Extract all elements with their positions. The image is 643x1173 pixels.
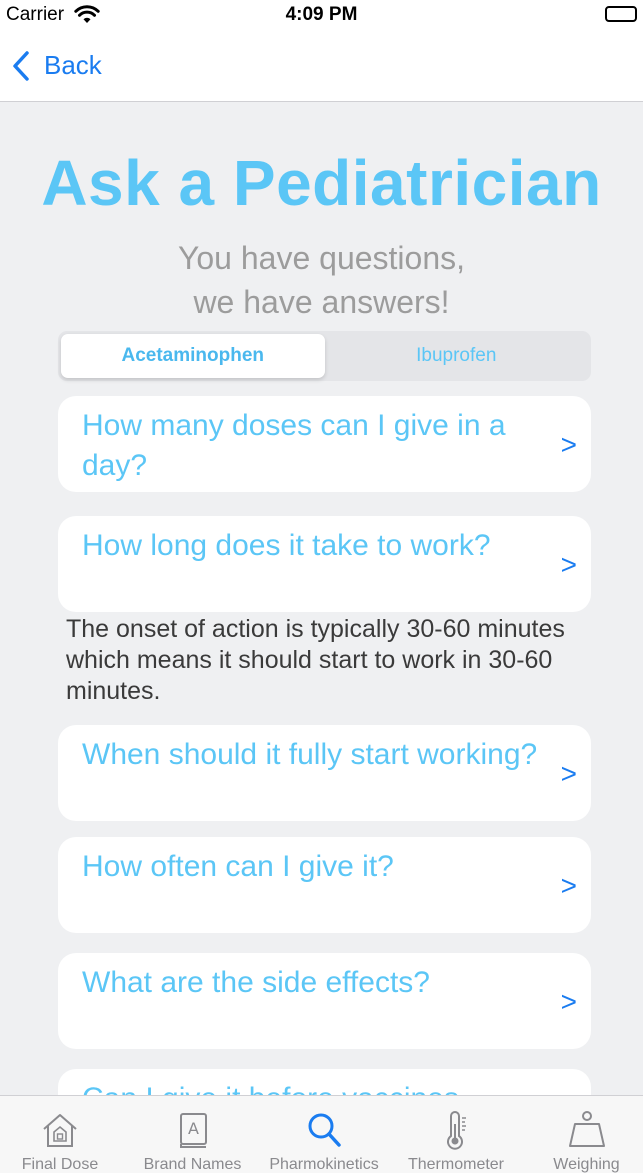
- question-text: How often can I give it?: [82, 850, 394, 883]
- segment-ibuprofen[interactable]: Ibuprofen: [325, 334, 589, 378]
- question-card-time-to-work[interactable]: How long does it take to work? >: [58, 516, 591, 612]
- question-card-fully-working[interactable]: When should it fully start working? >: [58, 725, 591, 821]
- tab-bar: Final Dose A Brand Names Pharmokinetics: [0, 1095, 643, 1173]
- question-text: How long does it take to work?: [82, 529, 491, 562]
- page-title: Ask a Pediatrician: [41, 147, 602, 219]
- question-card-side-effects[interactable]: What are the side effects? >: [58, 953, 591, 1049]
- back-label: Back: [44, 50, 102, 80]
- chevron-right-icon: >: [560, 986, 577, 1017]
- chevron-right-icon: >: [560, 758, 577, 789]
- tab-label: Pharmokinetics: [269, 1156, 379, 1173]
- status-time: 4:09 PM: [285, 4, 358, 25]
- tab-thermometer[interactable]: Thermometer: [396, 1096, 516, 1173]
- content-scroll[interactable]: Ask a Pediatrician You have questions, w…: [0, 102, 643, 1095]
- question-text: What are the side effects?: [82, 966, 430, 999]
- question-text: When should it fully start working?: [82, 738, 538, 771]
- subtitle: You have questions, we have answers!: [0, 236, 643, 324]
- tab-label: Final Dose: [21, 1156, 99, 1173]
- svg-text:A: A: [188, 1119, 199, 1138]
- question-card-before-vaccines[interactable]: Can I give it before vaccines >: [58, 1069, 591, 1095]
- status-bar: Carrier 4:09 PM: [0, 0, 643, 32]
- subtitle-line-2: we have answers!: [193, 284, 450, 320]
- tab-weighing[interactable]: Weighing: [530, 1096, 643, 1173]
- chevron-right-icon: >: [560, 429, 577, 460]
- tab-brand-names[interactable]: A Brand Names: [130, 1096, 255, 1173]
- answer-text: The onset of action is typically 30-60 m…: [66, 615, 565, 705]
- battery-icon: [605, 6, 637, 22]
- search-icon: [306, 1110, 342, 1150]
- segment-acetaminophen[interactable]: Acetaminophen: [61, 334, 325, 378]
- question-text: Can I give it before vaccines: [82, 1079, 572, 1095]
- home-icon: [40, 1110, 80, 1150]
- tab-final-dose[interactable]: Final Dose: [0, 1096, 120, 1173]
- scale-icon: [567, 1110, 607, 1150]
- tab-label: Brand Names: [143, 1156, 242, 1173]
- tab-pharmokinetics[interactable]: Pharmokinetics: [262, 1096, 386, 1173]
- back-button[interactable]: Back: [12, 50, 102, 81]
- book-icon: A: [176, 1110, 210, 1150]
- chevron-right-icon: >: [560, 549, 577, 580]
- chevron-left-icon: [13, 50, 29, 81]
- tab-label: Thermometer: [407, 1156, 505, 1173]
- question-card-how-often[interactable]: How often can I give it? >: [58, 837, 591, 933]
- subtitle-line-1: You have questions,: [177, 240, 466, 276]
- medication-segmented-control: Acetaminophen Ibuprofen: [58, 331, 591, 381]
- question-text: How many doses can I give in a day?: [82, 409, 506, 482]
- question-card-doses-per-day[interactable]: How many doses can I give in a day? >: [58, 396, 591, 492]
- thermometer-icon: [441, 1110, 471, 1150]
- navigation-bar: Back: [0, 32, 643, 102]
- chevron-right-icon: >: [560, 870, 577, 901]
- tab-label: Weighing: [553, 1156, 620, 1173]
